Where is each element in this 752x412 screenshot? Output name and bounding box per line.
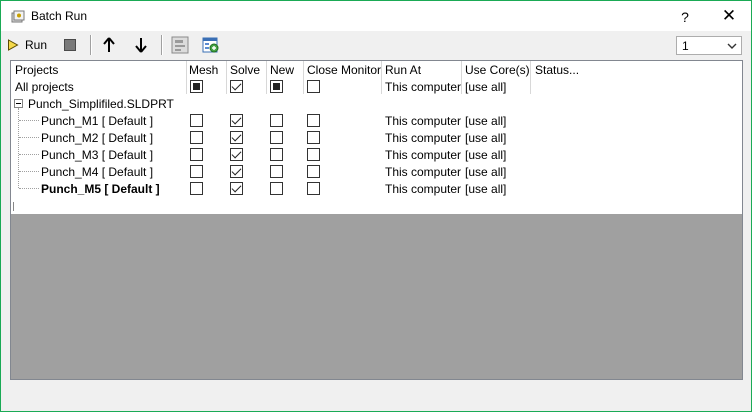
all-solve-checkbox[interactable] xyxy=(230,80,243,93)
mesh-checkbox[interactable] xyxy=(190,165,203,178)
stop-icon xyxy=(64,39,76,51)
collapse-toggle-icon[interactable] xyxy=(14,99,23,108)
new-checkbox[interactable] xyxy=(270,148,283,161)
project-row-label[interactable]: Punch_M2 [ Default ] xyxy=(41,131,153,145)
header-mesh[interactable]: Mesh xyxy=(189,63,218,77)
tree-line xyxy=(19,154,39,155)
grid-content: Projects Mesh Solve New Close Monitor Ru… xyxy=(11,61,742,215)
run-at-cell[interactable]: This computer xyxy=(385,114,461,128)
window-title: Batch Run xyxy=(31,9,88,23)
toolbar-separator xyxy=(90,35,92,55)
new-checkbox[interactable] xyxy=(270,182,283,195)
project-row-label[interactable]: Punch_M4 [ Default ] xyxy=(41,165,153,179)
column-divider xyxy=(461,61,462,94)
help-button[interactable]: ? xyxy=(665,5,705,29)
use-cores-cell[interactable]: [use all] xyxy=(465,131,506,145)
all-close-monitor-checkbox[interactable] xyxy=(307,80,320,93)
run-button[interactable]: Run xyxy=(7,34,47,56)
header-projects[interactable]: Projects xyxy=(15,63,58,77)
batch-settings-button[interactable] xyxy=(202,34,220,56)
text-caret xyxy=(13,202,14,211)
move-up-icon xyxy=(103,37,115,52)
project-row-label[interactable]: Punch_M1 [ Default ] xyxy=(41,114,153,128)
all-new-checkbox[interactable] xyxy=(270,80,283,93)
tree-line xyxy=(19,120,39,121)
column-divider xyxy=(381,61,382,94)
close-monitor-checkbox[interactable] xyxy=(307,165,320,178)
column-divider xyxy=(186,61,187,94)
column-divider xyxy=(266,61,267,94)
new-checkbox[interactable] xyxy=(270,131,283,144)
run-at-cell[interactable]: This computer xyxy=(385,148,461,162)
project-row-label[interactable]: Punch_M3 [ Default ] xyxy=(41,148,153,162)
use-cores-cell[interactable]: [use all] xyxy=(465,148,506,162)
header-run-at[interactable]: Run At xyxy=(385,63,421,77)
tree-line xyxy=(19,188,39,189)
all-mesh-checkbox[interactable] xyxy=(190,80,203,93)
all-run-at[interactable]: This computer xyxy=(385,80,461,94)
batch-run-window: Batch Run ? ✕ Run 1 Projects Mesh Solve … xyxy=(0,0,752,412)
core-count-value: 1 xyxy=(682,39,689,53)
header-solve[interactable]: Solve xyxy=(230,63,260,77)
core-count-select[interactable]: 1 xyxy=(676,36,742,55)
column-divider xyxy=(530,61,531,94)
move-down-icon xyxy=(135,38,147,53)
run-at-cell[interactable]: This computer xyxy=(385,165,461,179)
mesh-checkbox[interactable] xyxy=(190,131,203,144)
title-bar: Batch Run ? ✕ xyxy=(1,1,751,31)
toolbar-separator xyxy=(161,35,163,55)
use-cores-cell[interactable]: [use all] xyxy=(465,114,506,128)
tree-line xyxy=(19,137,39,138)
solve-checkbox[interactable] xyxy=(230,148,243,161)
all-projects-label: All projects xyxy=(15,80,74,94)
mesh-checkbox[interactable] xyxy=(190,148,203,161)
solve-checkbox[interactable] xyxy=(230,182,243,195)
close-monitor-checkbox[interactable] xyxy=(307,131,320,144)
chevron-down-icon xyxy=(727,43,737,49)
close-monitor-checkbox[interactable] xyxy=(307,114,320,127)
batch-run-app-icon xyxy=(11,10,25,23)
header-new[interactable]: New xyxy=(270,63,294,77)
column-divider xyxy=(303,61,304,94)
use-cores-cell[interactable]: [use all] xyxy=(465,165,506,179)
move-up-button[interactable] xyxy=(102,34,116,56)
mesh-checkbox[interactable] xyxy=(190,114,203,127)
batch-grid: Projects Mesh Solve New Close Monitor Ru… xyxy=(10,60,743,380)
mesh-checkbox[interactable] xyxy=(190,182,203,195)
run-button-label: Run xyxy=(25,38,48,52)
run-at-cell[interactable]: This computer xyxy=(385,182,461,196)
solve-checkbox[interactable] xyxy=(230,131,243,144)
all-use-cores[interactable]: [use all] xyxy=(465,80,506,94)
group-label: Punch_Simplifiled.SLDPRT xyxy=(28,97,174,111)
new-checkbox[interactable] xyxy=(270,114,283,127)
batch-settings-icon xyxy=(202,37,219,53)
project-row-label[interactable]: Punch_M5 [ Default ] xyxy=(41,182,160,196)
new-checkbox[interactable] xyxy=(270,165,283,178)
move-down-button[interactable] xyxy=(134,34,148,56)
header-use-cores[interactable]: Use Core(s) xyxy=(465,63,530,77)
close-monitor-checkbox[interactable] xyxy=(307,182,320,195)
run-icon xyxy=(8,39,19,51)
stop-button[interactable] xyxy=(63,34,77,56)
add-project-button[interactable] xyxy=(171,34,189,56)
toolbar: Run xyxy=(1,32,751,59)
column-divider xyxy=(226,61,227,94)
tree-line xyxy=(19,171,39,172)
add-project-icon xyxy=(171,36,189,54)
solve-checkbox[interactable] xyxy=(230,114,243,127)
header-status[interactable]: Status... xyxy=(535,63,579,77)
close-monitor-checkbox[interactable] xyxy=(307,148,320,161)
solve-checkbox[interactable] xyxy=(230,165,243,178)
use-cores-cell[interactable]: [use all] xyxy=(465,182,506,196)
run-at-cell[interactable]: This computer xyxy=(385,131,461,145)
header-close-monitor[interactable]: Close Monitor xyxy=(307,63,381,77)
close-button[interactable]: ✕ xyxy=(707,5,751,29)
